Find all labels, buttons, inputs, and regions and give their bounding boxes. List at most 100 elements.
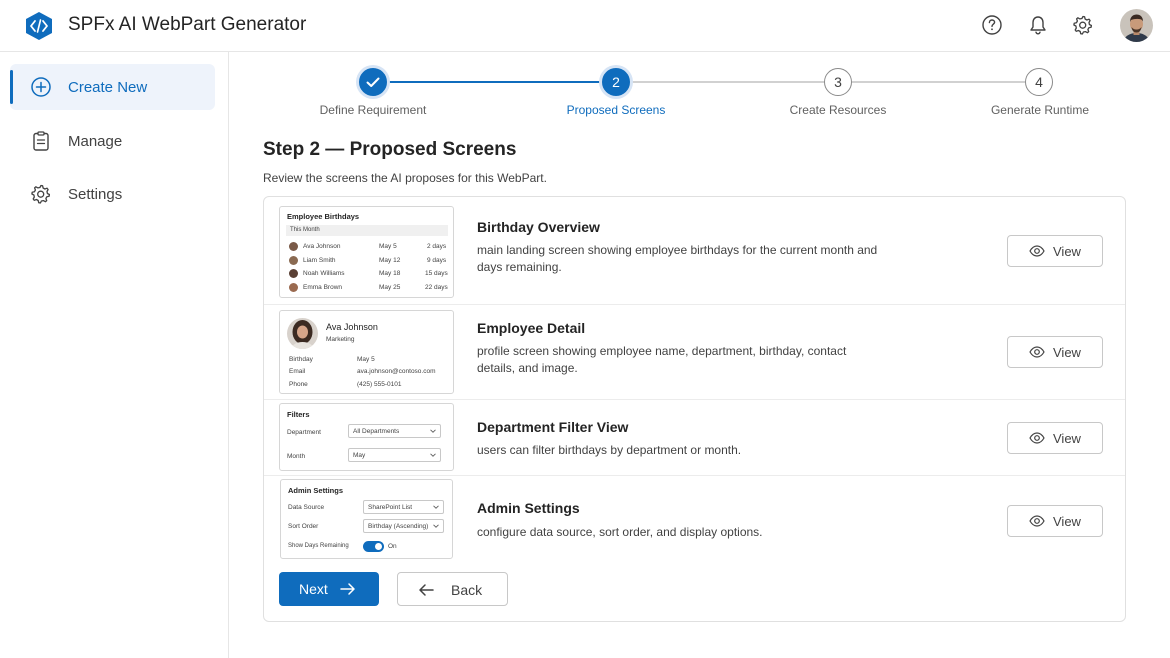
screen-title: Birthday Overview: [477, 219, 600, 235]
select-value: Birthday (Ascending): [368, 523, 429, 530]
step-1-check[interactable]: [359, 68, 387, 96]
preview-name: Ava Johnson: [303, 243, 341, 250]
back-button-label: Back: [451, 582, 483, 598]
next-button[interactable]: Next: [279, 572, 379, 606]
checkmark-icon: [366, 77, 380, 87]
chevron-down-icon: [433, 524, 439, 528]
avatar: [289, 269, 298, 278]
step-4-number[interactable]: 4: [1025, 68, 1053, 96]
chevron-down-icon: [430, 453, 436, 457]
preview-field-label: Department: [287, 429, 321, 436]
view-button[interactable]: View: [1007, 505, 1103, 537]
preview-heading: Employee Birthdays: [287, 212, 360, 221]
preview-tab: This Month: [290, 227, 320, 233]
avatar: [287, 318, 318, 349]
preview-name: Emma Brown: [303, 284, 343, 291]
arrow-right-icon: [340, 583, 355, 595]
gear-icon[interactable]: [1072, 14, 1094, 36]
preview-field-label: Email: [289, 368, 306, 375]
avatar: [289, 256, 298, 265]
preview-date: May 5: [379, 243, 397, 250]
preview-heading: Filters: [287, 410, 310, 419]
preview-field-value: ava.johnson@contoso.com: [357, 368, 436, 375]
preview-days: 2 days: [427, 243, 447, 250]
preview-field-label: Data Source: [288, 504, 325, 511]
sidebar: Create New Manage Settings: [0, 52, 229, 658]
screen-description: users can filter birthdays by department…: [477, 443, 742, 457]
preview-days: 15 days: [425, 270, 448, 277]
view-button[interactable]: View: [1007, 235, 1103, 267]
screen-description: profile screen showing employee name, de…: [477, 344, 847, 375]
step-2-number[interactable]: 2: [602, 68, 630, 96]
step-2-label: Proposed Screens: [566, 103, 666, 117]
sidebar-item-create-new[interactable]: Create New: [10, 64, 215, 110]
preview-field-label: Phone: [289, 381, 308, 388]
view-button-label: View: [1053, 431, 1081, 446]
preview-field-label: Birthday: [289, 356, 313, 363]
preview-field-value: May 5: [357, 356, 375, 363]
department-select[interactable]: All Departments: [348, 424, 441, 438]
app-title: SPFx AI WebPart Generator: [68, 14, 307, 35]
step-1-label: Define Requirement: [319, 103, 427, 117]
step-connector: [630, 81, 824, 83]
preview-date: May 12: [379, 257, 401, 264]
sort-order-select[interactable]: Birthday (Ascending): [363, 519, 444, 533]
eye-icon: [1029, 515, 1045, 527]
sidebar-item-label: Manage: [68, 133, 123, 150]
preview-date: May 25: [379, 284, 401, 291]
row-divider: [264, 399, 1125, 400]
plus-circle-icon: [31, 77, 51, 97]
step-4-label: Generate Runtime: [990, 103, 1090, 117]
clipboard-icon: [33, 131, 49, 151]
chevron-down-icon: [433, 505, 439, 509]
page-subtitle: Review the screens the AI proposes for t…: [263, 171, 547, 185]
view-button-label: View: [1053, 345, 1081, 360]
select-value: May: [353, 452, 366, 459]
view-button[interactable]: View: [1007, 422, 1103, 454]
month-select[interactable]: May: [348, 448, 441, 462]
code-hexagon-icon[interactable]: [24, 11, 54, 41]
sidebar-item-manage[interactable]: Manage: [10, 118, 215, 164]
gear-icon: [31, 184, 51, 204]
screen-preview-admin-settings[interactable]: Admin Settings Data Source SharePoint Li…: [280, 479, 453, 559]
step-3-number[interactable]: 3: [824, 68, 852, 96]
row-divider: [264, 304, 1125, 305]
data-source-select[interactable]: SharePoint List: [363, 500, 444, 514]
sidebar-item-label: Settings: [68, 186, 123, 203]
sidebar-item-label: Create New: [68, 79, 148, 96]
screen-title: Employee Detail: [477, 320, 586, 336]
view-button-label: View: [1053, 514, 1081, 529]
chevron-down-icon: [430, 429, 436, 433]
back-button[interactable]: Back: [397, 572, 508, 606]
bell-icon[interactable]: [1027, 14, 1049, 36]
screen-description: configure data source, sort order, and d…: [477, 525, 763, 539]
preview-toggle-label: Show Days Remaining: [288, 543, 349, 549]
screen-preview-department-filter[interactable]: Filters Department All Departments Month…: [279, 403, 454, 471]
screen-title: Admin Settings: [477, 500, 580, 516]
screen-preview-birthday-overview[interactable]: Employee Birthdays This Month Ava Johnso…: [279, 206, 454, 298]
toggle-switch[interactable]: [363, 541, 384, 552]
step-connector: [852, 81, 1025, 83]
page-title: Step 2 — Proposed Screens: [263, 139, 517, 160]
eye-icon: [1029, 346, 1045, 358]
preview-date: May 18: [379, 270, 401, 277]
preview-field-label: Month: [287, 453, 306, 460]
eye-icon: [1029, 245, 1045, 257]
eye-icon: [1029, 432, 1045, 444]
preview-field-value: (425) 555-0101: [357, 381, 402, 388]
help-icon[interactable]: [981, 14, 1003, 36]
select-value: All Departments: [353, 428, 400, 435]
step-3-label: Create Resources: [789, 103, 887, 117]
view-button-label: View: [1053, 244, 1081, 259]
sidebar-item-settings[interactable]: Settings: [10, 171, 215, 217]
screen-title: Department Filter View: [477, 419, 629, 435]
user-avatar[interactable]: [1120, 9, 1153, 42]
preview-toggle-value: On: [388, 543, 397, 550]
row-divider: [264, 475, 1125, 476]
app-header: SPFx AI WebPart Generator: [0, 0, 1170, 52]
preview-department: Marketing: [326, 336, 355, 343]
preview-field-label: Sort Order: [288, 523, 319, 530]
preview-name: Ava Johnson: [326, 322, 378, 332]
screen-preview-employee-detail[interactable]: Ava Johnson Marketing Birthday May 5 Ema…: [279, 310, 454, 394]
view-button[interactable]: View: [1007, 336, 1103, 368]
